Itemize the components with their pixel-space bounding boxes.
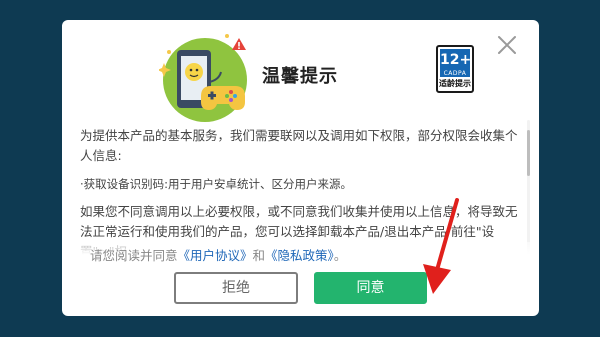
permission-intro: 为提供本产品的基本服务，我们需要联网以及调用如下权限，部分权限会收集个人信息:: [80, 128, 518, 163]
agreement-suffix: 。: [333, 248, 347, 263]
age-rating-badge: 12+ CADPA 适龄提示: [436, 45, 474, 93]
user-agreement-link[interactable]: 《用户协议》: [178, 248, 253, 263]
agreement-text: 请您阅读并同意《用户协议》和《隐私政策》。: [90, 242, 346, 270]
age-rating-value: 12+: [440, 52, 472, 68]
refuse-button[interactable]: 拒绝: [174, 272, 298, 304]
dialog-title: 温馨提示: [262, 66, 338, 87]
privacy-policy-link[interactable]: 《隐私政策》: [265, 248, 334, 263]
age-rating-top: 12+ CADPA: [440, 49, 472, 77]
permission-dialog: 温馨提示 12+ CADPA 适龄提示 为提供本产品的基本服务，我们需要联网以及…: [62, 20, 539, 316]
agreement-line: 请您阅读并同意《用户协议》和《隐私政策》。: [62, 242, 539, 270]
age-rating-label: 适龄提示: [439, 79, 471, 88]
permission-item-device-id: ·获取设备识别码:用于用户安卓统计、区分用户来源。: [80, 177, 353, 191]
age-rating-org: CADPA: [443, 70, 467, 77]
dialog-header: 温馨提示 12+ CADPA 适龄提示: [62, 20, 539, 132]
agreement-prefix: 请您阅读并同意: [90, 248, 178, 263]
phone-gamepad-illustration: [159, 34, 247, 122]
agreement-conjunction: 和: [252, 248, 266, 263]
close-icon[interactable]: [496, 34, 518, 56]
scrollbar-thumb[interactable]: [527, 130, 530, 176]
agree-button[interactable]: 同意: [314, 272, 427, 304]
